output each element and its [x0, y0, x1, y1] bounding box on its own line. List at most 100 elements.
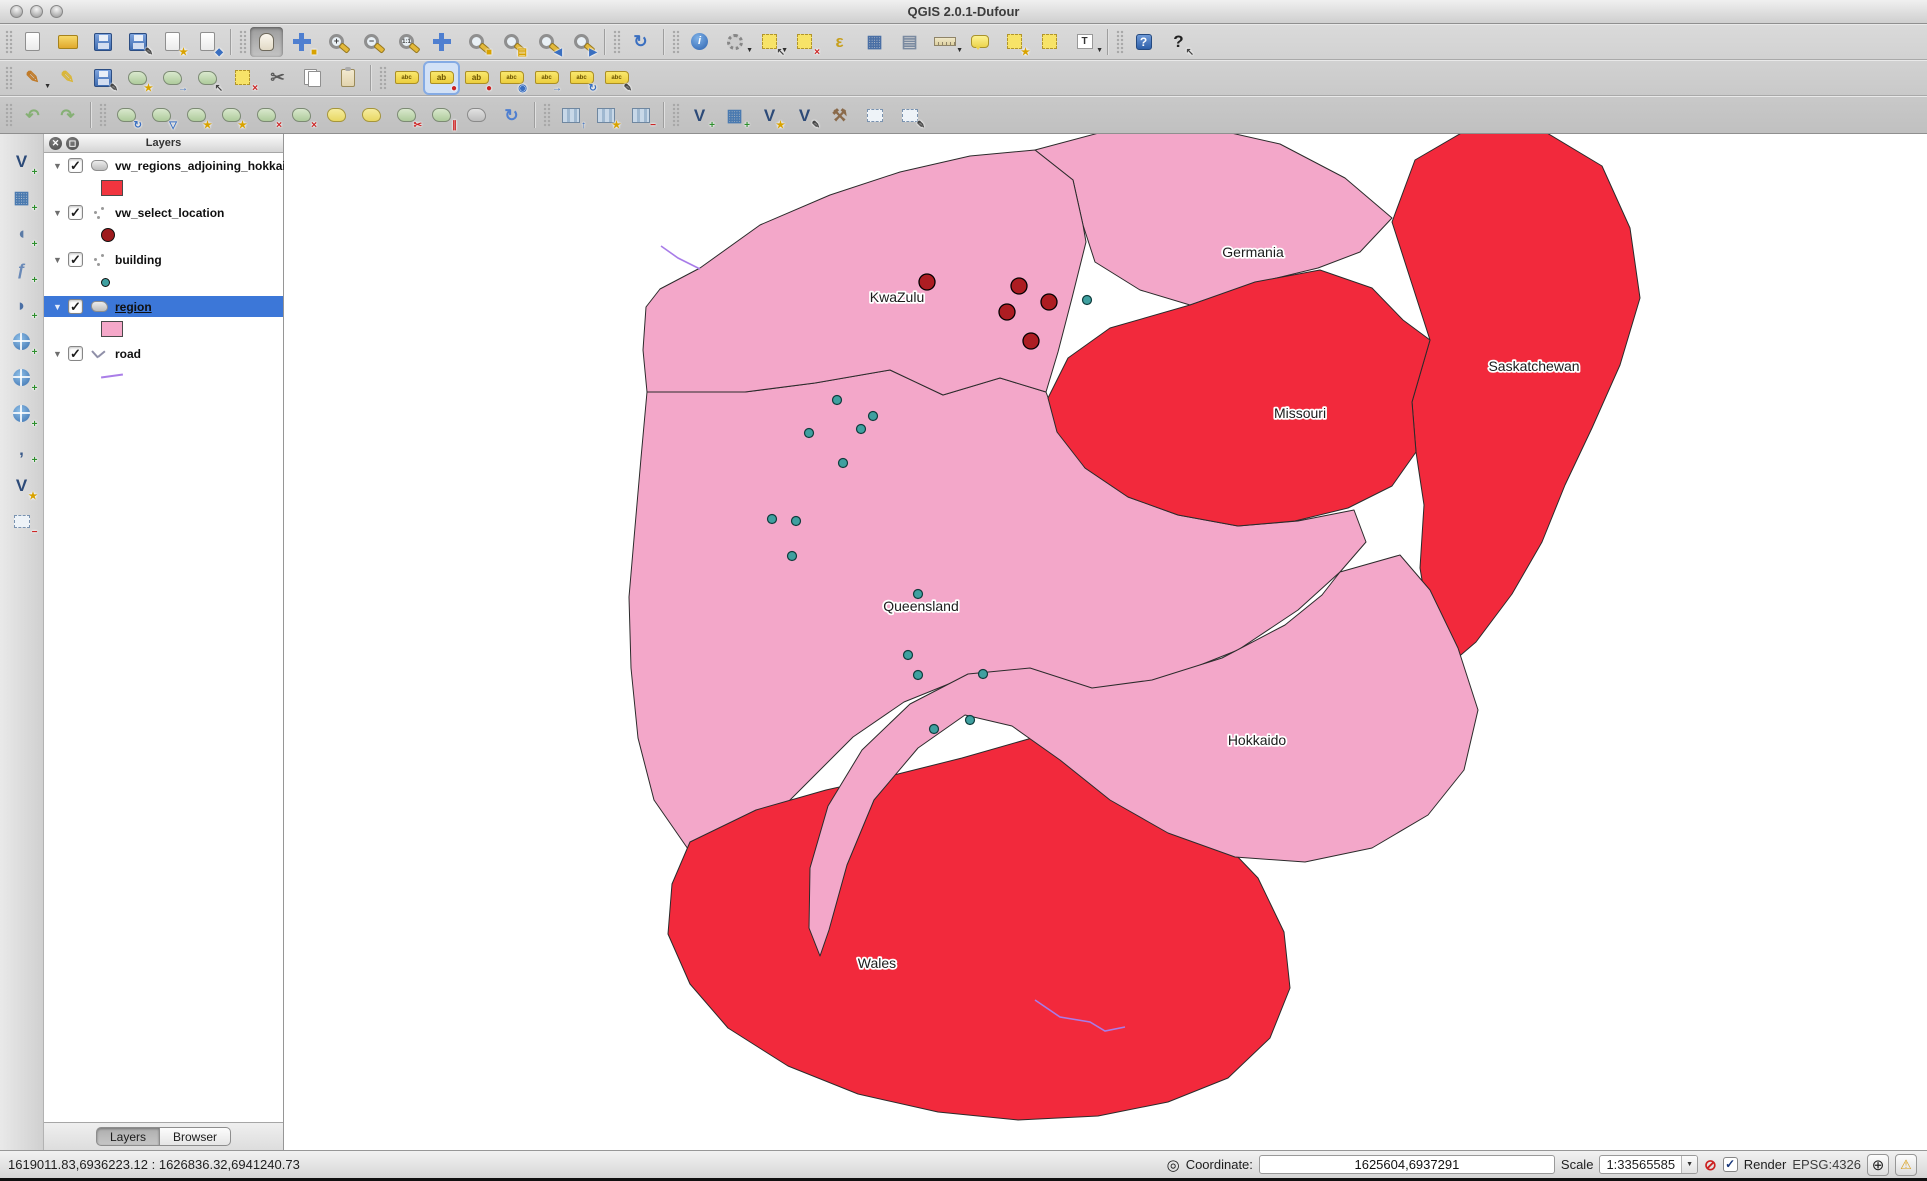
close-window-button[interactable]	[10, 5, 23, 18]
label-properties-button[interactable]: abc✎	[600, 63, 633, 93]
zoom-last-button[interactable]: ◀	[530, 27, 563, 57]
text-annotation-dropdown-icon[interactable]: ▼	[1096, 47, 1103, 54]
cut-features-button[interactable]: ✂	[261, 63, 294, 93]
paste-features-button[interactable]	[331, 63, 364, 93]
layer-visibility-checkbox[interactable]: ✓	[68, 299, 83, 314]
layer-expander-icon[interactable]: ▼	[52, 255, 63, 265]
open-project-button[interactable]	[51, 27, 84, 57]
scale-combo[interactable]: 1:33565585 ▼	[1599, 1155, 1698, 1174]
add-wms-layer-button[interactable]: +	[5, 326, 39, 357]
select-features-button[interactable]: ↖▼	[753, 27, 786, 57]
add-ring-button[interactable]: ★	[180, 100, 213, 130]
rotate-label-button[interactable]: ab●	[460, 63, 493, 93]
delete-ring-button[interactable]: ×	[250, 100, 283, 130]
zoom-in-button[interactable]: +	[320, 27, 353, 57]
split-parts-button[interactable]: ∥	[425, 100, 458, 130]
move-label-button[interactable]: ab●	[425, 63, 458, 93]
grass-edit-region-button[interactable]: ✎	[893, 100, 926, 130]
help-contents-button[interactable]: ?	[1127, 27, 1160, 57]
grass-add-vector-layer-button[interactable]: V+	[683, 100, 716, 130]
layer-item-road[interactable]: ▼✓road	[44, 343, 283, 364]
add-feature-button[interactable]: ★	[121, 63, 154, 93]
add-part-button[interactable]: ★	[215, 100, 248, 130]
show-hide-labels-button[interactable]: abc◉	[495, 63, 528, 93]
label-rotation-button[interactable]: abc↻	[565, 63, 598, 93]
current-edits-dropdown-icon[interactable]: ▼	[44, 83, 51, 90]
run-feature-action-dropdown-icon[interactable]: ▼	[746, 47, 753, 54]
toggle-editing-button[interactable]: ✎	[51, 63, 84, 93]
region-kwazulu[interactable]	[643, 150, 1086, 395]
node-tool-button[interactable]: ↖	[191, 63, 224, 93]
grass-add-raster-layer-button[interactable]: ▦+	[718, 100, 751, 130]
open-attribute-table-button[interactable]: ▦	[858, 27, 891, 57]
add-spatialite-layer-button[interactable]: ƒ+	[5, 254, 39, 285]
layer-item-building[interactable]: ▼✓building	[44, 249, 283, 270]
new-bookmark-button[interactable]: ★	[998, 27, 1031, 57]
save-project-button[interactable]	[86, 27, 119, 57]
reshape-features-button[interactable]	[320, 100, 353, 130]
layer-visibility-checkbox[interactable]: ✓	[68, 158, 83, 173]
remove-layer-button[interactable]: −	[5, 506, 39, 537]
mouse-position-icon[interactable]: ◎	[1167, 1156, 1180, 1174]
grass-display-region-button[interactable]	[858, 100, 891, 130]
coordinate-input[interactable]	[1259, 1155, 1555, 1174]
add-vector-layer-button[interactable]: V+	[5, 146, 39, 177]
new-shapefile-layer-button[interactable]: V★	[5, 470, 39, 501]
grass-close-mapset-button[interactable]: −	[624, 100, 657, 130]
zoom-to-selection-button[interactable]: ■	[460, 27, 493, 57]
move-feature-button[interactable]: →	[156, 63, 189, 93]
show-bookmarks-button[interactable]	[1033, 27, 1066, 57]
layer-expander-icon[interactable]: ▼	[52, 208, 63, 218]
panel-close-icon[interactable]: ✕	[49, 137, 62, 150]
add-wfs-layer-button[interactable]: +	[5, 398, 39, 429]
layer-item-vw_select_location[interactable]: ▼✓vw_select_location	[44, 202, 283, 223]
rotate-feature-button[interactable]: ↻	[110, 100, 143, 130]
layer-visibility-checkbox[interactable]: ✓	[68, 205, 83, 220]
zoom-next-button[interactable]: ▶	[565, 27, 598, 57]
grass-new-vector-button[interactable]: V★	[753, 100, 786, 130]
zoom-native-button[interactable]: 1:1	[390, 27, 423, 57]
panel-float-icon[interactable]: ◻	[66, 137, 79, 150]
zoom-out-button[interactable]: −	[355, 27, 388, 57]
add-wcs-layer-button[interactable]: +	[5, 362, 39, 393]
layer-expander-icon[interactable]: ▼	[52, 161, 63, 171]
composer-manager-button[interactable]: ◆	[191, 27, 224, 57]
offset-curve-button[interactable]	[355, 100, 388, 130]
grass-open-mapset-button[interactable]: ↑	[554, 100, 587, 130]
crs-status-button[interactable]: ⊕	[1867, 1154, 1889, 1176]
select-by-expression-button[interactable]: ε	[823, 27, 856, 57]
delete-part-button[interactable]: ×	[285, 100, 318, 130]
new-print-composer-button[interactable]: ★	[156, 27, 189, 57]
merge-features-button[interactable]	[460, 100, 493, 130]
refresh-map-button[interactable]: ↻	[624, 27, 657, 57]
simplify-feature-button[interactable]: ▽	[145, 100, 178, 130]
tab-layers[interactable]: Layers	[96, 1127, 159, 1146]
text-annotation-button[interactable]: T▼	[1068, 27, 1101, 57]
undo-button[interactable]: ↶	[16, 100, 49, 130]
layer-expander-icon[interactable]: ▼	[52, 302, 63, 312]
zoom-full-button[interactable]	[425, 27, 458, 57]
split-features-button[interactable]: ✂	[390, 100, 423, 130]
map-tips-button[interactable]	[963, 27, 996, 57]
add-delimited-text-layer-button[interactable]: ,+	[5, 434, 39, 465]
pan-to-selection-button[interactable]: ■	[285, 27, 318, 57]
tab-browser[interactable]: Browser	[159, 1127, 231, 1146]
map-svg[interactable]: KwaZuluGermaniaMissouriSaskatchewanQueen…	[284, 134, 1927, 1150]
add-raster-layer-button[interactable]: ▦+	[5, 182, 39, 213]
minimize-window-button[interactable]	[30, 5, 43, 18]
layer-visibility-checkbox[interactable]: ✓	[68, 346, 83, 361]
region-saskatchewan[interactable]	[1392, 134, 1640, 666]
zoom-window-button[interactable]	[50, 5, 63, 18]
copy-features-button[interactable]	[296, 63, 329, 93]
measure-dropdown-icon[interactable]: ▼	[956, 47, 963, 54]
scale-dropdown-icon[interactable]: ▼	[1681, 1155, 1697, 1174]
grass-tools-button[interactable]: ⚒	[823, 100, 856, 130]
rotate-point-symbols-button[interactable]: ↻	[495, 100, 528, 130]
current-edits-button[interactable]: ✎▼	[16, 63, 49, 93]
stop-render-icon[interactable]: ⊘	[1704, 1156, 1717, 1174]
redo-button[interactable]: ↷	[51, 100, 84, 130]
grass-new-mapset-button[interactable]: ★	[589, 100, 622, 130]
render-checkbox[interactable]: ✓	[1723, 1157, 1738, 1172]
run-feature-action-button[interactable]: ▼	[718, 27, 751, 57]
save-project-as-button[interactable]: ✎	[121, 27, 154, 57]
